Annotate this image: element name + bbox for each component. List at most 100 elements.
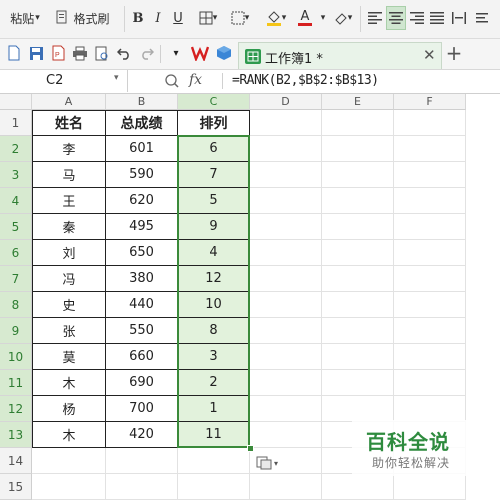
row-header[interactable]: 9: [0, 318, 32, 344]
row-header[interactable]: 14: [0, 448, 32, 474]
empty-cell[interactable]: [322, 474, 394, 500]
score-cell[interactable]: 590: [106, 162, 178, 188]
empty-cell[interactable]: [322, 344, 394, 370]
rank-cell[interactable]: 9: [178, 214, 250, 240]
empty-cell[interactable]: [394, 370, 466, 396]
empty-cell[interactable]: [32, 448, 106, 474]
empty-cell[interactable]: [394, 214, 466, 240]
empty-cell[interactable]: [394, 188, 466, 214]
empty-cell[interactable]: [322, 214, 394, 240]
empty-cell[interactable]: [250, 162, 322, 188]
name-cell[interactable]: 木: [32, 422, 106, 448]
print-button[interactable]: [70, 43, 90, 63]
score-cell[interactable]: 660: [106, 344, 178, 370]
row-header[interactable]: 6: [0, 240, 32, 266]
empty-cell[interactable]: [394, 162, 466, 188]
rank-cell[interactable]: 3: [178, 344, 250, 370]
name-cell[interactable]: 史: [32, 292, 106, 318]
empty-cell[interactable]: [394, 266, 466, 292]
empty-cell[interactable]: [322, 110, 394, 136]
empty-cell[interactable]: [250, 110, 322, 136]
chevron-down-icon[interactable]: ▾: [166, 43, 186, 63]
empty-cell[interactable]: [394, 396, 466, 422]
score-cell[interactable]: 495: [106, 214, 178, 240]
empty-cell[interactable]: [250, 292, 322, 318]
insert-function-button[interactable]: fx: [189, 72, 202, 88]
name-cell[interactable]: 莫: [32, 344, 106, 370]
more-button[interactable]: [474, 6, 500, 30]
empty-cell[interactable]: [250, 188, 322, 214]
name-cell[interactable]: 李: [32, 136, 106, 162]
export-pdf-button[interactable]: P: [48, 43, 68, 63]
header-cell[interactable]: 姓名: [32, 110, 106, 136]
clear-format-button[interactable]: ▾: [330, 6, 356, 30]
empty-cell[interactable]: [394, 474, 466, 500]
name-cell[interactable]: 王: [32, 188, 106, 214]
name-cell[interactable]: 冯: [32, 266, 106, 292]
empty-cell[interactable]: [322, 370, 394, 396]
column-header-f[interactable]: F: [394, 94, 466, 110]
row-header[interactable]: 12: [0, 396, 32, 422]
close-tab-icon[interactable]: ✕: [423, 46, 436, 64]
fill-handle[interactable]: [247, 445, 254, 452]
rank-cell[interactable]: 4: [178, 240, 250, 266]
rank-cell[interactable]: 1: [178, 396, 250, 422]
empty-cell[interactable]: [250, 136, 322, 162]
empty-cell[interactable]: [394, 110, 466, 136]
rank-cell[interactable]: 2: [178, 370, 250, 396]
name-cell[interactable]: 张: [32, 318, 106, 344]
rank-cell[interactable]: 6: [178, 136, 250, 162]
chevron-down-icon[interactable]: ▾: [318, 6, 328, 30]
empty-cell[interactable]: [250, 318, 322, 344]
name-cell[interactable]: 马: [32, 162, 106, 188]
zoom-search-icon[interactable]: [164, 73, 180, 89]
rank-cell[interactable]: 10: [178, 292, 250, 318]
empty-cell[interactable]: [322, 292, 394, 318]
empty-cell[interactable]: [394, 318, 466, 344]
score-cell[interactable]: 650: [106, 240, 178, 266]
empty-cell[interactable]: [322, 396, 394, 422]
empty-cell[interactable]: [250, 422, 322, 448]
row-header[interactable]: 7: [0, 266, 32, 292]
row-header[interactable]: 15: [0, 474, 32, 500]
score-cell[interactable]: 620: [106, 188, 178, 214]
empty-cell[interactable]: [106, 474, 178, 500]
format-painter-button[interactable]: 格式刷: [52, 6, 114, 30]
rank-cell[interactable]: 11: [178, 422, 250, 448]
new-tab-icon[interactable]: +: [444, 41, 464, 65]
fill-color-button[interactable]: ▾: [262, 6, 290, 30]
empty-cell[interactable]: [250, 344, 322, 370]
empty-cell[interactable]: [250, 370, 322, 396]
empty-cell[interactable]: [250, 396, 322, 422]
row-header[interactable]: 2: [0, 136, 32, 162]
name-cell[interactable]: 杨: [32, 396, 106, 422]
row-header[interactable]: 3: [0, 162, 32, 188]
empty-cell[interactable]: [394, 292, 466, 318]
row-header[interactable]: 4: [0, 188, 32, 214]
column-header-e[interactable]: E: [322, 94, 394, 110]
empty-cell[interactable]: [394, 136, 466, 162]
row-header[interactable]: 8: [0, 292, 32, 318]
bold-button[interactable]: B: [130, 6, 146, 30]
document-tab[interactable]: 工作簿1 * ✕: [238, 42, 442, 69]
empty-cell[interactable]: [322, 136, 394, 162]
align-left-button[interactable]: [366, 6, 384, 30]
name-cell[interactable]: 刘: [32, 240, 106, 266]
header-cell[interactable]: 总成绩: [106, 110, 178, 136]
empty-cell[interactable]: [250, 214, 322, 240]
empty-cell[interactable]: [250, 240, 322, 266]
empty-cell[interactable]: [250, 266, 322, 292]
empty-cell[interactable]: [250, 474, 322, 500]
empty-cell[interactable]: [394, 344, 466, 370]
distribute-button[interactable]: [450, 6, 468, 30]
italic-button[interactable]: I: [150, 6, 166, 30]
font-color-button[interactable]: A: [292, 6, 318, 30]
empty-cell[interactable]: [322, 162, 394, 188]
empty-cell[interactable]: [322, 266, 394, 292]
print-preview-button[interactable]: [92, 43, 112, 63]
rank-cell[interactable]: 5: [178, 188, 250, 214]
borders-button[interactable]: ▾: [194, 6, 222, 30]
align-center-button[interactable]: [386, 6, 406, 30]
paste-button[interactable]: 粘贴 ▾: [6, 6, 44, 30]
undo-button[interactable]: [114, 43, 134, 63]
